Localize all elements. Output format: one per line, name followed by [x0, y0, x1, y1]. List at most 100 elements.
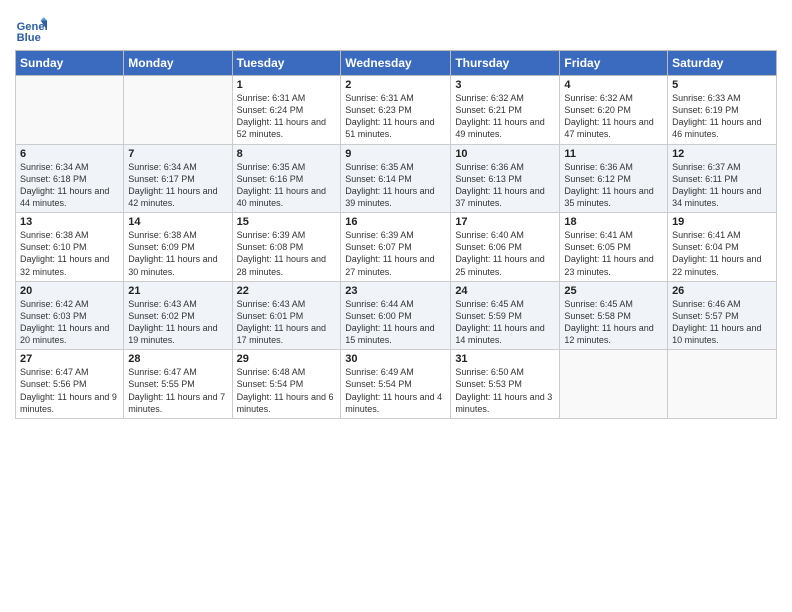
- day-cell: 13Sunrise: 6:38 AM Sunset: 6:10 PM Dayli…: [16, 213, 124, 282]
- day-info: Sunrise: 6:38 AM Sunset: 6:09 PM Dayligh…: [128, 229, 227, 278]
- day-info: Sunrise: 6:39 AM Sunset: 6:07 PM Dayligh…: [345, 229, 446, 278]
- week-row-2: 6Sunrise: 6:34 AM Sunset: 6:18 PM Daylig…: [16, 144, 777, 213]
- day-info: Sunrise: 6:33 AM Sunset: 6:19 PM Dayligh…: [672, 92, 772, 141]
- header-cell-thursday: Thursday: [451, 51, 560, 76]
- day-info: Sunrise: 6:47 AM Sunset: 5:55 PM Dayligh…: [128, 366, 227, 415]
- day-info: Sunrise: 6:37 AM Sunset: 6:11 PM Dayligh…: [672, 161, 772, 210]
- day-cell: [668, 350, 777, 419]
- day-number: 10: [455, 148, 555, 160]
- week-row-5: 27Sunrise: 6:47 AM Sunset: 5:56 PM Dayli…: [16, 350, 777, 419]
- day-cell: 19Sunrise: 6:41 AM Sunset: 6:04 PM Dayli…: [668, 213, 777, 282]
- week-row-1: 1Sunrise: 6:31 AM Sunset: 6:24 PM Daylig…: [16, 76, 777, 145]
- day-info: Sunrise: 6:36 AM Sunset: 6:12 PM Dayligh…: [564, 161, 663, 210]
- day-cell: 6Sunrise: 6:34 AM Sunset: 6:18 PM Daylig…: [16, 144, 124, 213]
- day-info: Sunrise: 6:49 AM Sunset: 5:54 PM Dayligh…: [345, 366, 446, 415]
- day-cell: 5Sunrise: 6:33 AM Sunset: 6:19 PM Daylig…: [668, 76, 777, 145]
- day-number: 9: [345, 148, 446, 160]
- day-cell: [16, 76, 124, 145]
- header-cell-sunday: Sunday: [16, 51, 124, 76]
- day-cell: 9Sunrise: 6:35 AM Sunset: 6:14 PM Daylig…: [341, 144, 451, 213]
- logo-icon: General Blue: [15, 14, 47, 46]
- day-cell: 14Sunrise: 6:38 AM Sunset: 6:09 PM Dayli…: [124, 213, 232, 282]
- day-number: 18: [564, 216, 663, 228]
- day-number: 28: [128, 353, 227, 365]
- day-cell: 25Sunrise: 6:45 AM Sunset: 5:58 PM Dayli…: [560, 281, 668, 350]
- day-cell: 28Sunrise: 6:47 AM Sunset: 5:55 PM Dayli…: [124, 350, 232, 419]
- header-cell-monday: Monday: [124, 51, 232, 76]
- day-number: 26: [672, 285, 772, 297]
- day-number: 6: [20, 148, 119, 160]
- day-number: 12: [672, 148, 772, 160]
- day-info: Sunrise: 6:31 AM Sunset: 6:24 PM Dayligh…: [237, 92, 337, 141]
- day-cell: 31Sunrise: 6:50 AM Sunset: 5:53 PM Dayli…: [451, 350, 560, 419]
- day-number: 19: [672, 216, 772, 228]
- day-info: Sunrise: 6:38 AM Sunset: 6:10 PM Dayligh…: [20, 229, 119, 278]
- day-number: 14: [128, 216, 227, 228]
- logo: General Blue: [15, 14, 49, 46]
- day-number: 8: [237, 148, 337, 160]
- day-number: 17: [455, 216, 555, 228]
- day-number: 7: [128, 148, 227, 160]
- day-cell: 30Sunrise: 6:49 AM Sunset: 5:54 PM Dayli…: [341, 350, 451, 419]
- day-cell: 26Sunrise: 6:46 AM Sunset: 5:57 PM Dayli…: [668, 281, 777, 350]
- day-cell: 11Sunrise: 6:36 AM Sunset: 6:12 PM Dayli…: [560, 144, 668, 213]
- day-cell: 15Sunrise: 6:39 AM Sunset: 6:08 PM Dayli…: [232, 213, 341, 282]
- day-cell: 24Sunrise: 6:45 AM Sunset: 5:59 PM Dayli…: [451, 281, 560, 350]
- day-number: 27: [20, 353, 119, 365]
- day-cell: 17Sunrise: 6:40 AM Sunset: 6:06 PM Dayli…: [451, 213, 560, 282]
- day-cell: [560, 350, 668, 419]
- page: General Blue SundayMondayTuesdayWednesda…: [0, 0, 792, 429]
- day-cell: 23Sunrise: 6:44 AM Sunset: 6:00 PM Dayli…: [341, 281, 451, 350]
- day-number: 1: [237, 79, 337, 91]
- day-cell: 4Sunrise: 6:32 AM Sunset: 6:20 PM Daylig…: [560, 76, 668, 145]
- header-cell-tuesday: Tuesday: [232, 51, 341, 76]
- day-number: 20: [20, 285, 119, 297]
- day-number: 30: [345, 353, 446, 365]
- day-info: Sunrise: 6:46 AM Sunset: 5:57 PM Dayligh…: [672, 298, 772, 347]
- svg-text:Blue: Blue: [17, 32, 41, 44]
- day-number: 25: [564, 285, 663, 297]
- day-info: Sunrise: 6:31 AM Sunset: 6:23 PM Dayligh…: [345, 92, 446, 141]
- day-info: Sunrise: 6:32 AM Sunset: 6:20 PM Dayligh…: [564, 92, 663, 141]
- day-number: 13: [20, 216, 119, 228]
- day-info: Sunrise: 6:45 AM Sunset: 5:59 PM Dayligh…: [455, 298, 555, 347]
- day-number: 16: [345, 216, 446, 228]
- day-info: Sunrise: 6:39 AM Sunset: 6:08 PM Dayligh…: [237, 229, 337, 278]
- day-info: Sunrise: 6:43 AM Sunset: 6:01 PM Dayligh…: [237, 298, 337, 347]
- day-number: 2: [345, 79, 446, 91]
- day-info: Sunrise: 6:44 AM Sunset: 6:00 PM Dayligh…: [345, 298, 446, 347]
- day-cell: [124, 76, 232, 145]
- header-cell-friday: Friday: [560, 51, 668, 76]
- day-cell: 3Sunrise: 6:32 AM Sunset: 6:21 PM Daylig…: [451, 76, 560, 145]
- day-info: Sunrise: 6:50 AM Sunset: 5:53 PM Dayligh…: [455, 366, 555, 415]
- day-number: 15: [237, 216, 337, 228]
- day-number: 29: [237, 353, 337, 365]
- day-info: Sunrise: 6:32 AM Sunset: 6:21 PM Dayligh…: [455, 92, 555, 141]
- day-info: Sunrise: 6:48 AM Sunset: 5:54 PM Dayligh…: [237, 366, 337, 415]
- day-number: 11: [564, 148, 663, 160]
- day-number: 3: [455, 79, 555, 91]
- day-cell: 16Sunrise: 6:39 AM Sunset: 6:07 PM Dayli…: [341, 213, 451, 282]
- day-info: Sunrise: 6:35 AM Sunset: 6:14 PM Dayligh…: [345, 161, 446, 210]
- day-cell: 8Sunrise: 6:35 AM Sunset: 6:16 PM Daylig…: [232, 144, 341, 213]
- day-info: Sunrise: 6:34 AM Sunset: 6:17 PM Dayligh…: [128, 161, 227, 210]
- day-cell: 21Sunrise: 6:43 AM Sunset: 6:02 PM Dayli…: [124, 281, 232, 350]
- day-cell: 27Sunrise: 6:47 AM Sunset: 5:56 PM Dayli…: [16, 350, 124, 419]
- day-info: Sunrise: 6:34 AM Sunset: 6:18 PM Dayligh…: [20, 161, 119, 210]
- day-info: Sunrise: 6:35 AM Sunset: 6:16 PM Dayligh…: [237, 161, 337, 210]
- day-cell: 22Sunrise: 6:43 AM Sunset: 6:01 PM Dayli…: [232, 281, 341, 350]
- header-cell-saturday: Saturday: [668, 51, 777, 76]
- day-cell: 7Sunrise: 6:34 AM Sunset: 6:17 PM Daylig…: [124, 144, 232, 213]
- day-info: Sunrise: 6:36 AM Sunset: 6:13 PM Dayligh…: [455, 161, 555, 210]
- day-number: 5: [672, 79, 772, 91]
- week-row-4: 20Sunrise: 6:42 AM Sunset: 6:03 PM Dayli…: [16, 281, 777, 350]
- header-cell-wednesday: Wednesday: [341, 51, 451, 76]
- day-number: 21: [128, 285, 227, 297]
- day-info: Sunrise: 6:47 AM Sunset: 5:56 PM Dayligh…: [20, 366, 119, 415]
- day-number: 24: [455, 285, 555, 297]
- day-number: 23: [345, 285, 446, 297]
- day-info: Sunrise: 6:41 AM Sunset: 6:05 PM Dayligh…: [564, 229, 663, 278]
- day-info: Sunrise: 6:40 AM Sunset: 6:06 PM Dayligh…: [455, 229, 555, 278]
- day-cell: 10Sunrise: 6:36 AM Sunset: 6:13 PM Dayli…: [451, 144, 560, 213]
- day-number: 31: [455, 353, 555, 365]
